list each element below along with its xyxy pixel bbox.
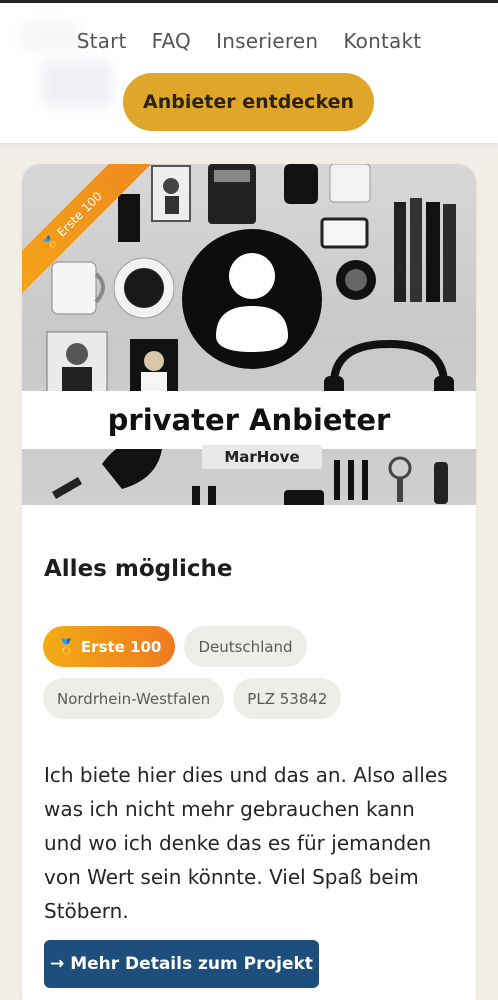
provider-image[interactable]: 🏅 Erste 100 privater Anbieter MarHove — [22, 164, 476, 505]
provider-card: 🏅 Erste 100 privater Anbieter MarHove Al… — [22, 164, 476, 1000]
brand-text: MarHove — [224, 448, 300, 466]
tag-country: Deutschland — [184, 626, 307, 667]
brand-plate: MarHove — [202, 445, 322, 469]
provider-title: Alles mögliche — [44, 556, 233, 582]
tag-postcode: PLZ 53842 — [233, 678, 342, 719]
provider-description: Ich biete hier dies und das an. Also all… — [44, 763, 448, 923]
nav-inserieren[interactable]: Inserieren — [216, 29, 318, 53]
tag-first-100: 🏅 Erste 100 — [43, 626, 176, 667]
tag-state: Nordrhein-Westfalen — [43, 678, 225, 719]
tag-list: 🏅 Erste 100 Deutschland Nordrhein-Westfa… — [43, 626, 463, 730]
image-caption: privater Anbieter — [22, 391, 476, 449]
site-header: Start FAQ Inserieren Kontakt Anbieter en… — [0, 3, 498, 143]
nav-faq[interactable]: FAQ — [152, 29, 191, 53]
blurred-element — [42, 60, 112, 108]
discover-providers-button[interactable]: Anbieter entdecken — [123, 73, 374, 131]
nav-kontakt[interactable]: Kontakt — [343, 29, 421, 53]
main-nav: Start FAQ Inserieren Kontakt — [0, 29, 498, 53]
project-details-button[interactable]: → Mehr Details zum Projekt — [44, 940, 319, 988]
nav-start[interactable]: Start — [77, 29, 127, 53]
